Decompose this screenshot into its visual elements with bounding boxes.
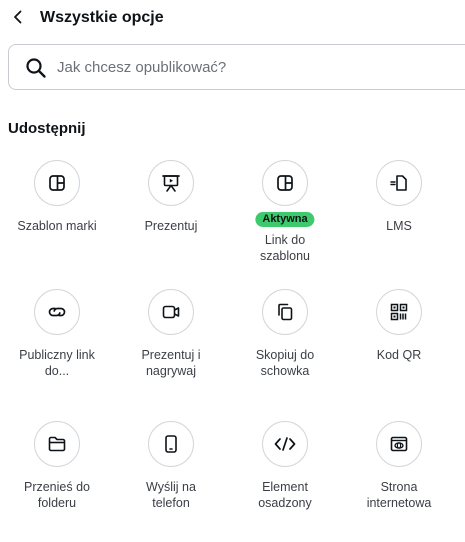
option-send-phone[interactable]: Wyślij na telefon [114, 421, 228, 511]
chevron-left-icon [14, 10, 22, 24]
option-icon-circle [376, 289, 422, 335]
website-icon [390, 436, 408, 452]
back-button[interactable] [8, 7, 28, 27]
option-label: Element osadzony [258, 480, 312, 510]
folder-icon [48, 436, 66, 452]
option-icon-circle [148, 160, 194, 206]
option-icon-circle [376, 160, 422, 206]
header: Wszystkie opcje [0, 0, 465, 36]
option-icon-circle [148, 289, 194, 335]
option-label: LMS [386, 219, 412, 233]
option-icon-circle [34, 421, 80, 467]
option-icon-circle [376, 421, 422, 467]
option-label: Kod QR [376, 348, 422, 362]
option-present-record[interactable]: Prezentuj i nagrywaj [114, 289, 228, 379]
option-icon-circle [262, 421, 308, 467]
search-box[interactable] [8, 44, 465, 90]
option-label: Przenieś do folderu [23, 480, 90, 510]
active-badge: Aktywna [255, 212, 315, 227]
option-embed[interactable]: Element osadzony [228, 421, 342, 511]
option-label: Publiczny link do... [19, 348, 95, 378]
copy-icon [278, 303, 293, 321]
option-label: Prezentuj [144, 219, 198, 233]
search-input[interactable] [57, 45, 457, 89]
qr-code-icon [390, 303, 408, 321]
option-label: Szablon marki [17, 219, 97, 233]
lms-icon [390, 175, 407, 191]
record-icon [162, 305, 180, 319]
option-label: Strona internetowa [366, 480, 432, 510]
option-template-link[interactable]: Aktywna Link do szablonu [228, 160, 342, 264]
option-brand-template[interactable]: Szablon marki [0, 160, 114, 234]
brand-template-icon [49, 175, 65, 191]
option-label: Prezentuj i nagrywaj [141, 348, 201, 378]
option-label: Skopiuj do schowka [255, 348, 315, 378]
option-label: Wyślij na telefon [146, 480, 196, 510]
option-icon-circle [148, 421, 194, 467]
option-present[interactable]: Prezentuj [114, 160, 228, 234]
phone-icon [165, 435, 177, 453]
section-title: Udostępnij [8, 120, 86, 137]
option-copy-clipboard[interactable]: Skopiuj do schowka [228, 289, 342, 379]
option-move-folder[interactable]: Przenieś do folderu [0, 421, 114, 511]
option-icon-circle [34, 289, 80, 335]
template-link-icon [277, 175, 293, 191]
link-icon [48, 307, 66, 317]
option-website[interactable]: Strona internetowa [342, 421, 456, 511]
option-icon-circle [34, 160, 80, 206]
option-icon-circle [262, 160, 308, 206]
embed-icon [274, 437, 296, 451]
option-label: Link do szablonu [259, 233, 311, 263]
option-icon-circle [262, 289, 308, 335]
search-icon [26, 58, 46, 78]
option-qr-code[interactable]: Kod QR [342, 289, 456, 363]
option-lms[interactable]: LMS [342, 160, 456, 234]
option-public-link[interactable]: Publiczny link do... [0, 289, 114, 379]
page-title: Wszystkie opcje [40, 9, 164, 26]
present-icon [162, 175, 180, 192]
